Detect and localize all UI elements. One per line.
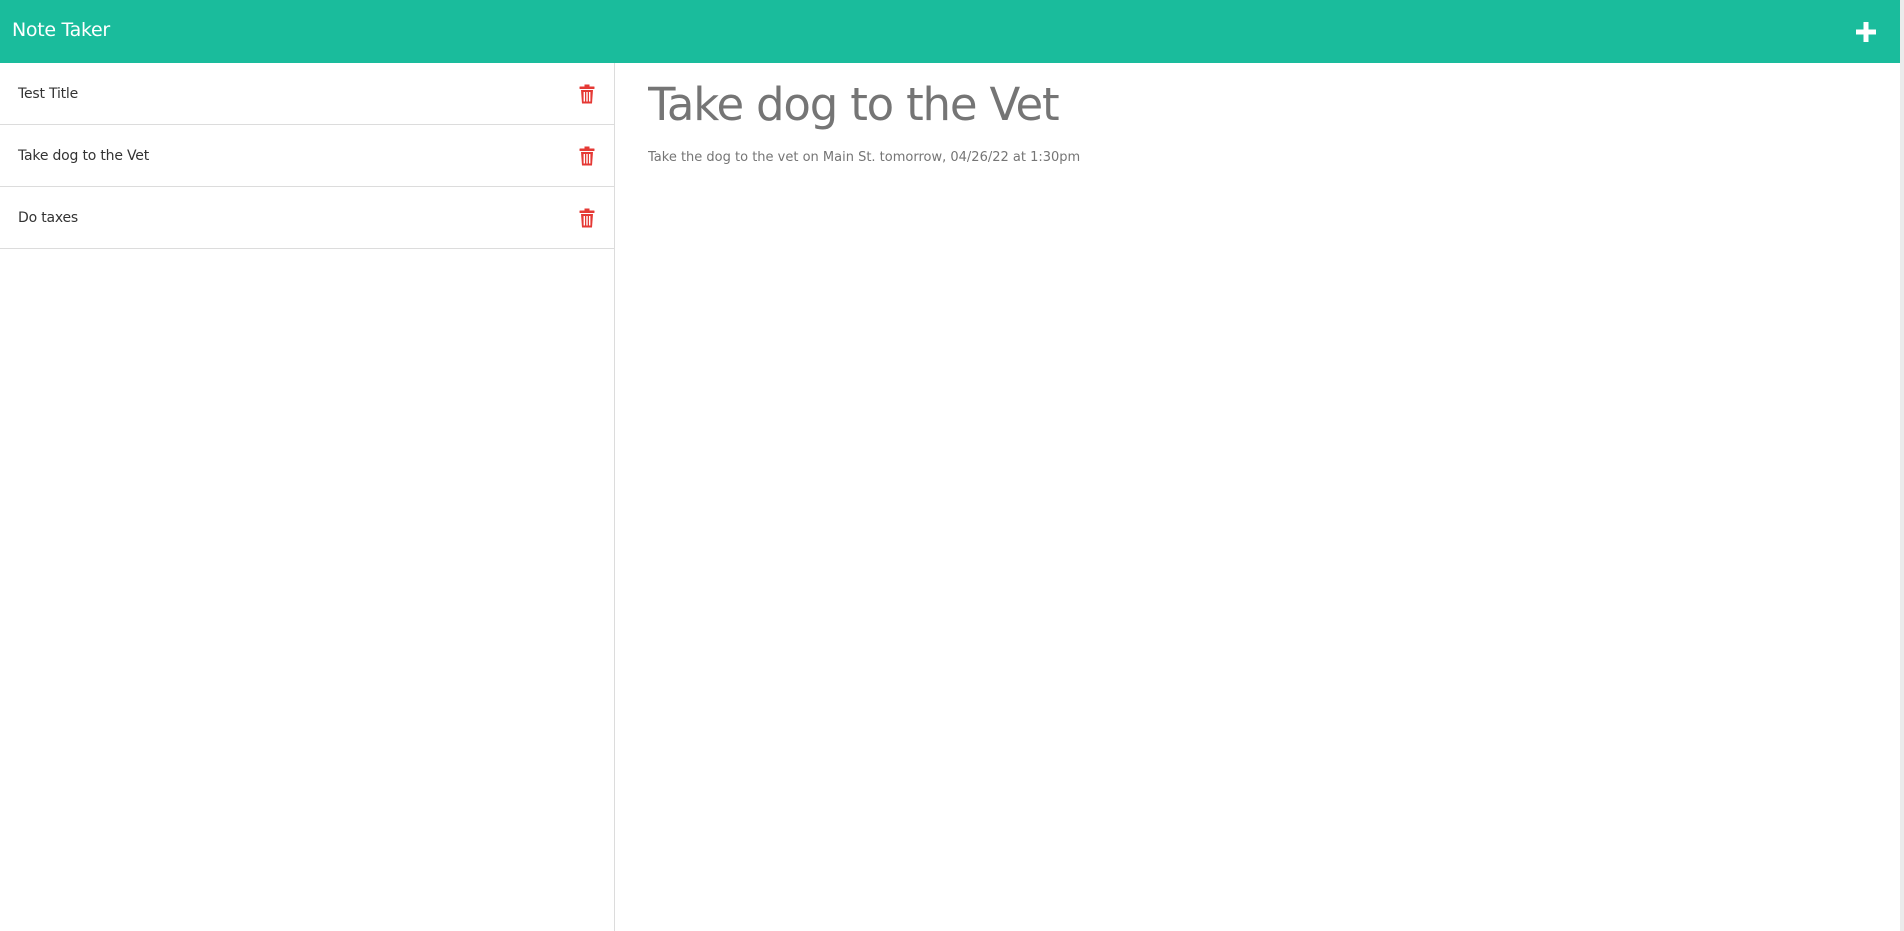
note-list-item-title: Take dog to the Vet	[18, 147, 149, 164]
delete-note-button[interactable]	[577, 82, 597, 106]
new-note-button[interactable]	[1849, 15, 1883, 49]
note-list-item-title: Test Title	[18, 85, 79, 102]
delete-note-button[interactable]	[577, 144, 597, 168]
note-text-area[interactable]: Take the dog to the vet on Main St. tomo…	[648, 148, 1748, 749]
trash-icon	[579, 208, 595, 227]
navbar: Note Taker	[0, 0, 1900, 63]
note-list: Test Title Take dog to the Vet Do taxes	[0, 63, 615, 931]
note-title-input[interactable]	[648, 76, 1748, 135]
app-title[interactable]: Note Taker	[12, 19, 110, 41]
note-list-item[interactable]: Test Title	[0, 63, 614, 125]
trash-icon	[579, 146, 595, 165]
scrollbar[interactable]	[1900, 0, 1904, 931]
plus-icon	[1856, 21, 1876, 42]
note-editor: Take the dog to the vet on Main St. tomo…	[616, 63, 1900, 931]
note-list-item-title: Do taxes	[18, 209, 79, 226]
note-list-item[interactable]: Take dog to the Vet	[0, 125, 614, 187]
delete-note-button[interactable]	[577, 206, 597, 230]
note-list-item[interactable]: Do taxes	[0, 187, 614, 249]
trash-icon	[579, 84, 595, 103]
